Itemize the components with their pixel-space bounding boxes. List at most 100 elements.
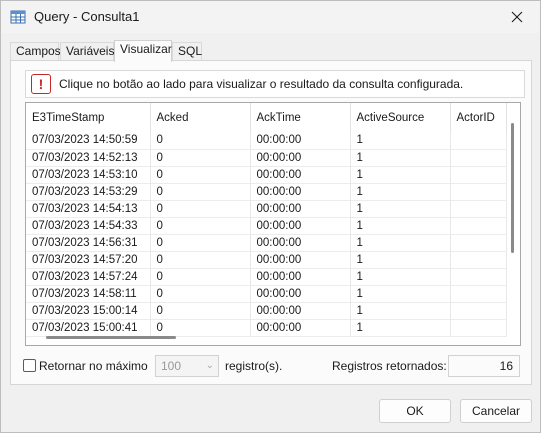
table-cell[interactable] <box>450 183 507 201</box>
table-cell[interactable]: 0 <box>150 285 251 303</box>
cancel-button[interactable]: Cancelar <box>460 399 532 423</box>
table-row[interactable]: 07/03/2023 14:52:13 0 00:00:00 1 <box>26 149 507 167</box>
returned-count-field: 16 <box>448 355 520 377</box>
options-row: Retornar no máximo 100 ⌄ registro(s). Re… <box>23 355 523 377</box>
table-cell[interactable]: 1 <box>350 217 451 235</box>
tab-sql[interactable]: SQL <box>172 42 202 61</box>
table-row[interactable]: 07/03/2023 14:56:31 0 00:00:00 1 <box>26 234 507 252</box>
table-cell[interactable]: 07/03/2023 14:57:20 <box>26 251 151 269</box>
limit-checkbox[interactable] <box>23 359 36 372</box>
table-cell[interactable]: 07/03/2023 14:53:10 <box>26 166 151 184</box>
table-cell[interactable]: 07/03/2023 14:54:33 <box>26 217 151 235</box>
table-cell[interactable]: 1 <box>350 285 451 303</box>
table-cell[interactable] <box>450 132 507 150</box>
column-header[interactable]: ActorID <box>450 103 507 132</box>
limit-combobox[interactable]: 100 ⌄ <box>155 355 219 377</box>
table-cell[interactable]: 1 <box>350 132 451 150</box>
table-cell[interactable] <box>450 234 507 252</box>
table-cell[interactable]: 0 <box>150 234 251 252</box>
tab-visualizar[interactable]: Visualizar <box>114 40 172 62</box>
table-cell[interactable]: 00:00:00 <box>250 217 351 235</box>
table-cell[interactable]: 1 <box>350 319 451 337</box>
table-cell[interactable]: 00:00:00 <box>250 149 351 167</box>
table-cell[interactable]: 07/03/2023 14:57:24 <box>26 268 151 286</box>
close-button[interactable] <box>494 1 540 32</box>
table-cell[interactable]: 0 <box>150 149 251 167</box>
table-cell[interactable]: 00:00:00 <box>250 132 351 150</box>
table-cell[interactable] <box>450 302 507 320</box>
table-cell[interactable]: 0 <box>150 302 251 320</box>
query-dialog: Query - Consulta1 Campos Variáveis Visua… <box>0 0 541 433</box>
table-cell[interactable]: 00:00:00 <box>250 234 351 252</box>
table-cell[interactable]: 1 <box>350 268 451 286</box>
table-cell[interactable]: 1 <box>350 183 451 201</box>
tab-campos[interactable]: Campos <box>10 42 61 61</box>
info-bar[interactable]: ! Clique no botão ao lado para visualiza… <box>25 70 525 98</box>
table-row[interactable]: 07/03/2023 14:50:59 0 00:00:00 1 <box>26 132 507 150</box>
warning-icon[interactable]: ! <box>31 74 51 94</box>
table-cell[interactable]: 1 <box>350 200 451 218</box>
grid-header-row: E3TimeStamp Acked AckTime ActiveSource A… <box>26 103 507 132</box>
column-header[interactable]: AckTime <box>250 103 351 132</box>
table-cell[interactable]: 07/03/2023 14:54:13 <box>26 200 151 218</box>
table-cell[interactable]: 00:00:00 <box>250 183 351 201</box>
column-header[interactable]: E3TimeStamp <box>26 103 151 132</box>
table-cell[interactable]: 00:00:00 <box>250 268 351 286</box>
table-row[interactable]: 07/03/2023 14:58:11 0 00:00:00 1 <box>26 285 507 303</box>
window-title: Query - Consulta1 <box>34 9 140 24</box>
table-cell[interactable]: 0 <box>150 251 251 269</box>
table-cell[interactable] <box>450 319 507 337</box>
table-row[interactable]: 07/03/2023 14:53:29 0 00:00:00 1 <box>26 183 507 201</box>
table-cell[interactable]: 1 <box>350 251 451 269</box>
table-cell[interactable]: 07/03/2023 14:56:31 <box>26 234 151 252</box>
table-cell[interactable]: 00:00:00 <box>250 302 351 320</box>
table-app-icon <box>10 10 26 24</box>
table-cell[interactable]: 07/03/2023 15:00:14 <box>26 302 151 320</box>
table-cell[interactable]: 1 <box>350 166 451 184</box>
table-cell[interactable]: 0 <box>150 132 251 150</box>
table-cell[interactable]: 00:00:00 <box>250 285 351 303</box>
table-cell[interactable]: 0 <box>150 268 251 286</box>
table-cell[interactable]: 00:00:00 <box>250 166 351 184</box>
table-row[interactable]: 07/03/2023 15:00:14 0 00:00:00 1 <box>26 302 507 320</box>
table-cell[interactable]: 0 <box>150 200 251 218</box>
table-row[interactable]: 07/03/2023 14:54:13 0 00:00:00 1 <box>26 200 507 218</box>
chevron-down-icon: ⌄ <box>205 360 214 371</box>
table-cell[interactable]: 0 <box>150 217 251 235</box>
table-row[interactable]: 07/03/2023 14:53:10 0 00:00:00 1 <box>26 166 507 184</box>
table-cell[interactable]: 07/03/2023 14:52:13 <box>26 149 151 167</box>
table-cell[interactable]: 1 <box>350 302 451 320</box>
table-cell[interactable] <box>450 251 507 269</box>
table-cell[interactable] <box>450 285 507 303</box>
info-text: Clique no botão ao lado para visualizar … <box>59 77 464 91</box>
table-cell[interactable]: 07/03/2023 15:00:41 <box>26 319 151 337</box>
table-row[interactable]: 07/03/2023 15:00:41 0 00:00:00 1 <box>26 319 507 337</box>
vertical-scrollbar[interactable] <box>511 123 514 253</box>
table-cell[interactable]: 07/03/2023 14:50:59 <box>26 132 151 150</box>
table-cell[interactable]: 07/03/2023 14:53:29 <box>26 183 151 201</box>
column-header[interactable]: ActiveSource <box>350 103 451 132</box>
table-cell[interactable]: 0 <box>150 319 251 337</box>
table-cell[interactable]: 1 <box>350 234 451 252</box>
ok-button[interactable]: OK <box>379 399 451 423</box>
table-cell[interactable]: 00:00:00 <box>250 251 351 269</box>
table-row[interactable]: 07/03/2023 14:54:33 0 00:00:00 1 <box>26 217 507 235</box>
column-header[interactable]: Acked <box>150 103 251 132</box>
table-row[interactable]: 07/03/2023 14:57:24 0 00:00:00 1 <box>26 268 507 286</box>
limit-label[interactable]: Retornar no máximo <box>39 359 148 373</box>
table-cell[interactable]: 0 <box>150 183 251 201</box>
results-grid[interactable]: E3TimeStamp Acked AckTime ActiveSource A… <box>25 102 521 346</box>
table-cell[interactable] <box>450 200 507 218</box>
table-cell[interactable]: 1 <box>350 149 451 167</box>
table-row[interactable]: 07/03/2023 14:57:20 0 00:00:00 1 <box>26 251 507 269</box>
table-cell[interactable]: 00:00:00 <box>250 200 351 218</box>
table-cell[interactable]: 00:00:00 <box>250 319 351 337</box>
table-cell[interactable] <box>450 217 507 235</box>
tab-variaveis[interactable]: Variáveis <box>60 42 114 61</box>
table-cell[interactable]: 07/03/2023 14:58:11 <box>26 285 151 303</box>
table-cell[interactable]: 0 <box>150 166 251 184</box>
horizontal-scrollbar[interactable] <box>46 336 176 339</box>
table-cell[interactable] <box>450 149 507 167</box>
table-cell[interactable] <box>450 268 507 286</box>
table-cell[interactable] <box>450 166 507 184</box>
